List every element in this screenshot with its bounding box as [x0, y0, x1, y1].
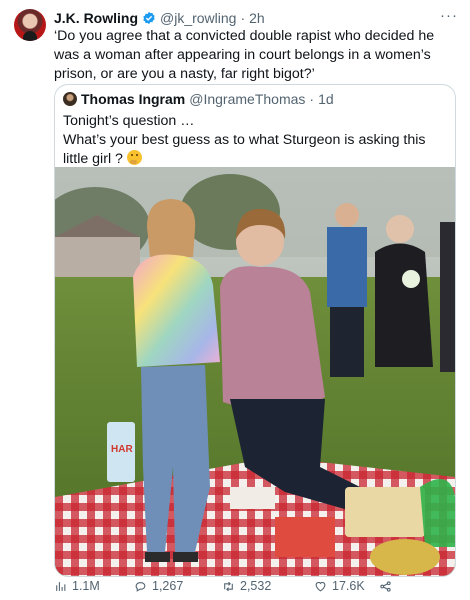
quoted-separator-dot: ·	[309, 91, 315, 107]
like-button[interactable]: 17.6K	[314, 579, 365, 593]
quoted-timestamp[interactable]: 1d	[318, 91, 334, 107]
tweet-text: ‘Do you agree that a convicted double ra…	[54, 28, 435, 82]
quoted-tweet-header: Thomas Ingram @IngrameThomas · 1d	[63, 91, 334, 107]
quoted-text-line-1: Tonight’s question …	[63, 113, 195, 129]
speech-bubble-icon	[135, 581, 146, 592]
reply-button[interactable]: 1,267	[134, 579, 183, 593]
reply-count: 1,267	[152, 579, 184, 593]
more-options-icon[interactable]: ···	[440, 7, 458, 24]
retweet-count: 2,532	[240, 579, 272, 593]
verified-badge-icon	[143, 11, 155, 25]
quoted-tweet-photo[interactable]: HAR	[55, 167, 455, 577]
quoted-tweet[interactable]: Thomas Ingram @IngrameThomas · 1d Tonigh…	[54, 84, 456, 577]
retweet-icon	[224, 581, 233, 591]
separator-dot: ·	[240, 10, 246, 26]
views-count: 1.1M	[72, 579, 100, 593]
quoted-text-line-2: What’s your best guess as to what Sturge…	[63, 132, 426, 167]
tweet-header: J.K. Rowling @jk_rowling · 2h	[54, 9, 265, 27]
quoted-author-name[interactable]: Thomas Ingram	[81, 91, 185, 107]
photo-sign-text: HAR	[111, 444, 133, 455]
share-button[interactable]	[379, 580, 392, 593]
bar-chart-icon	[56, 581, 66, 591]
heart-icon	[315, 581, 326, 591]
author-handle[interactable]: @jk_rowling	[160, 10, 236, 26]
retweet-button[interactable]: 2,532	[222, 579, 271, 593]
tweet-actions: 1.1M 1,267 2,532 17.6K	[54, 576, 458, 596]
tweet[interactable]: J.K. Rowling @jk_rowling · 2h ··· ‘Do yo…	[0, 0, 470, 600]
like-count: 17.6K	[332, 579, 365, 593]
quoted-author-handle[interactable]: @IngrameThomas	[189, 91, 305, 107]
share-icon	[380, 580, 391, 592]
views-button[interactable]: 1.1M	[54, 579, 100, 593]
author-avatar[interactable]	[14, 9, 46, 41]
author-name[interactable]: J.K. Rowling	[54, 10, 138, 26]
quoted-tweet-text: Tonight’s question … What’s your best gu…	[63, 112, 447, 169]
thinking-face-emoji-icon	[126, 150, 142, 165]
tweet-timestamp[interactable]: 2h	[249, 10, 265, 26]
quoted-author-avatar[interactable]	[63, 92, 77, 106]
